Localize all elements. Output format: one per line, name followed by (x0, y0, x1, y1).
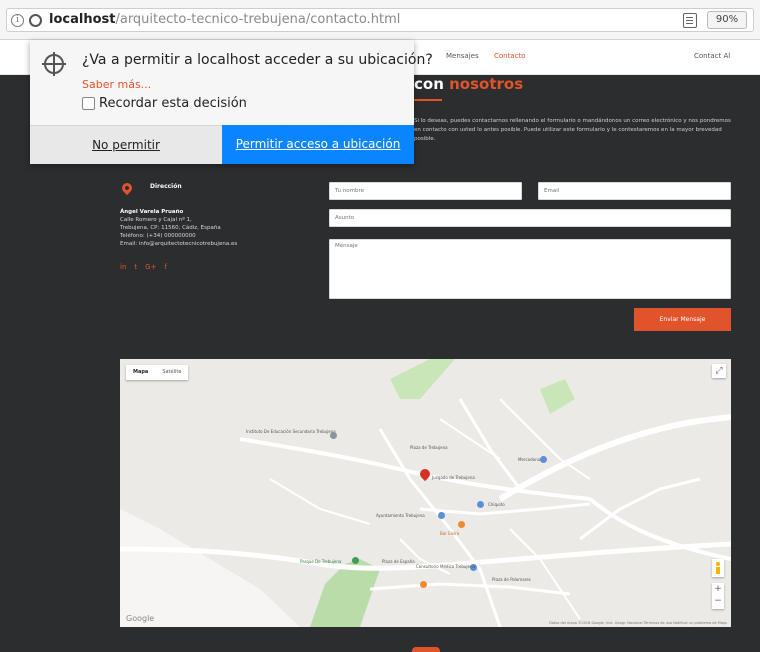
bar-poi-icon[interactable] (458, 521, 465, 528)
map-type-map[interactable]: Mapa (126, 365, 155, 380)
phone-line: Teléfono: (+34) 000000000 (120, 233, 196, 239)
google-map[interactable]: Mapa Satélite ⤢ Instituto De Educación Se… (120, 359, 731, 627)
school-poi-icon[interactable] (330, 432, 337, 439)
linkedin-icon[interactable]: in (120, 263, 126, 271)
send-message-button[interactable]: Enviar Mensaje (634, 308, 731, 331)
address-field[interactable]: i localhost/arquitecto-tecnico-trebujena… (6, 8, 754, 32)
map-label: Ayuntamiento Trebujena (376, 513, 425, 518)
nav-mensajes[interactable]: Mensajes (446, 52, 479, 60)
reader-view-icon[interactable] (683, 13, 697, 28)
geolocation-icon (42, 52, 66, 76)
mercadona-poi-icon[interactable] (540, 456, 547, 463)
zoom-control[interactable]: + − (712, 583, 724, 609)
message-textarea[interactable] (329, 239, 731, 299)
map-label: Plaza de Trebujena (410, 445, 448, 450)
map-type-satellite[interactable]: Satélite (155, 365, 188, 380)
poi-icon[interactable] (477, 501, 484, 508)
map-attribution[interactable]: Datos del mapa ©2018 Google, Inst. Geogr… (549, 621, 727, 625)
zoom-level-button[interactable]: 90% (707, 11, 747, 29)
url-text[interactable]: localhost/arquitecto-tecnico-trebujena/c… (49, 12, 400, 27)
url-path: /arquitecto-tecnico-trebujena/contacto.h… (115, 12, 401, 27)
deny-label: No permitir (92, 138, 160, 152)
map-label: Mercadona (518, 457, 541, 462)
contact-name: Ángel Varela Pruaño (120, 209, 184, 215)
location-permission-popup: ¿Va a permitir a localhost acceder a su … (30, 40, 433, 164)
learn-more-link[interactable]: Saber más... (82, 78, 151, 91)
map-label: Plaza de España (382, 559, 415, 564)
location-permission-icon[interactable] (29, 14, 42, 27)
google-logo: Google (126, 614, 155, 623)
twitter-icon[interactable]: t (134, 263, 137, 271)
address-label: Dirección (150, 183, 182, 190)
facebook-icon[interactable]: f (164, 263, 166, 271)
map-label: Parque De Trebujena (300, 559, 342, 564)
location-pin-icon (119, 180, 135, 196)
browser-window: i localhost/arquitecto-tecnico-trebujena… (0, 0, 760, 652)
zoom-out-icon[interactable]: − (712, 595, 724, 607)
subject-input[interactable] (329, 209, 731, 227)
social-links: in t G+ f (120, 263, 175, 271)
google-plus-icon[interactable]: G+ (145, 263, 156, 271)
map-label: Bar Elvira (440, 531, 460, 536)
heading-underline (414, 99, 442, 101)
footer-accent (412, 647, 440, 652)
allow-label: Permitir acceso a ubicación (235, 137, 401, 151)
page-heading: con nosotros (414, 75, 523, 93)
intro-text: Si lo deseas, puedes contactarnos rellen… (414, 118, 731, 142)
email-input[interactable] (538, 182, 731, 200)
map-label: Chiquito (488, 502, 505, 507)
fullscreen-icon[interactable]: ⤢ (712, 364, 726, 378)
map-label: Plaza de Palomares (492, 577, 531, 582)
park-poi-icon[interactable] (352, 557, 359, 564)
map-label: Juzgado de Trebujena (432, 475, 475, 480)
info-icon[interactable]: i (11, 14, 24, 27)
map-label: Instituto De Educación Secundaria Trebuj… (246, 429, 336, 434)
town-hall-poi-icon[interactable] (438, 512, 445, 519)
map-type-control: Mapa Satélite (126, 365, 189, 380)
heading-text: con (414, 75, 450, 93)
remember-label[interactable]: Recordar esta decisión (99, 96, 247, 111)
heading-accent: nosotros (449, 75, 524, 93)
address-line: Trebujena, CP: 11560, Cádiz, España (120, 225, 221, 231)
url-bar: i localhost/arquitecto-tecnico-trebujena… (0, 0, 760, 40)
address-block: Ángel Varela Pruaño Calle Romero y Cajal… (120, 208, 310, 248)
address-line: Calle Romero y Cajal nº 1, (120, 217, 192, 223)
map-label: Consultorio Médico Trebujena (416, 564, 475, 569)
email-line[interactable]: Email: info@arquitectotecnicotrebujena.e… (120, 240, 310, 248)
nav-contacto[interactable]: Contacto (494, 52, 526, 60)
nav-contact-al[interactable]: Contact Al (694, 52, 730, 60)
zoom-in-icon[interactable]: + (712, 583, 724, 595)
name-input[interactable] (329, 182, 522, 200)
deny-button[interactable]: No permitir (30, 125, 222, 164)
remember-checkbox[interactable] (82, 97, 95, 110)
allow-location-button[interactable]: Permitir acceso a ubicación (222, 125, 414, 164)
permission-question: ¿Va a permitir a localhost acceder a su … (82, 52, 433, 68)
street-view-pegman-icon[interactable] (712, 559, 724, 577)
url-host: localhost (49, 12, 116, 27)
shop-poi-icon[interactable] (420, 581, 427, 588)
